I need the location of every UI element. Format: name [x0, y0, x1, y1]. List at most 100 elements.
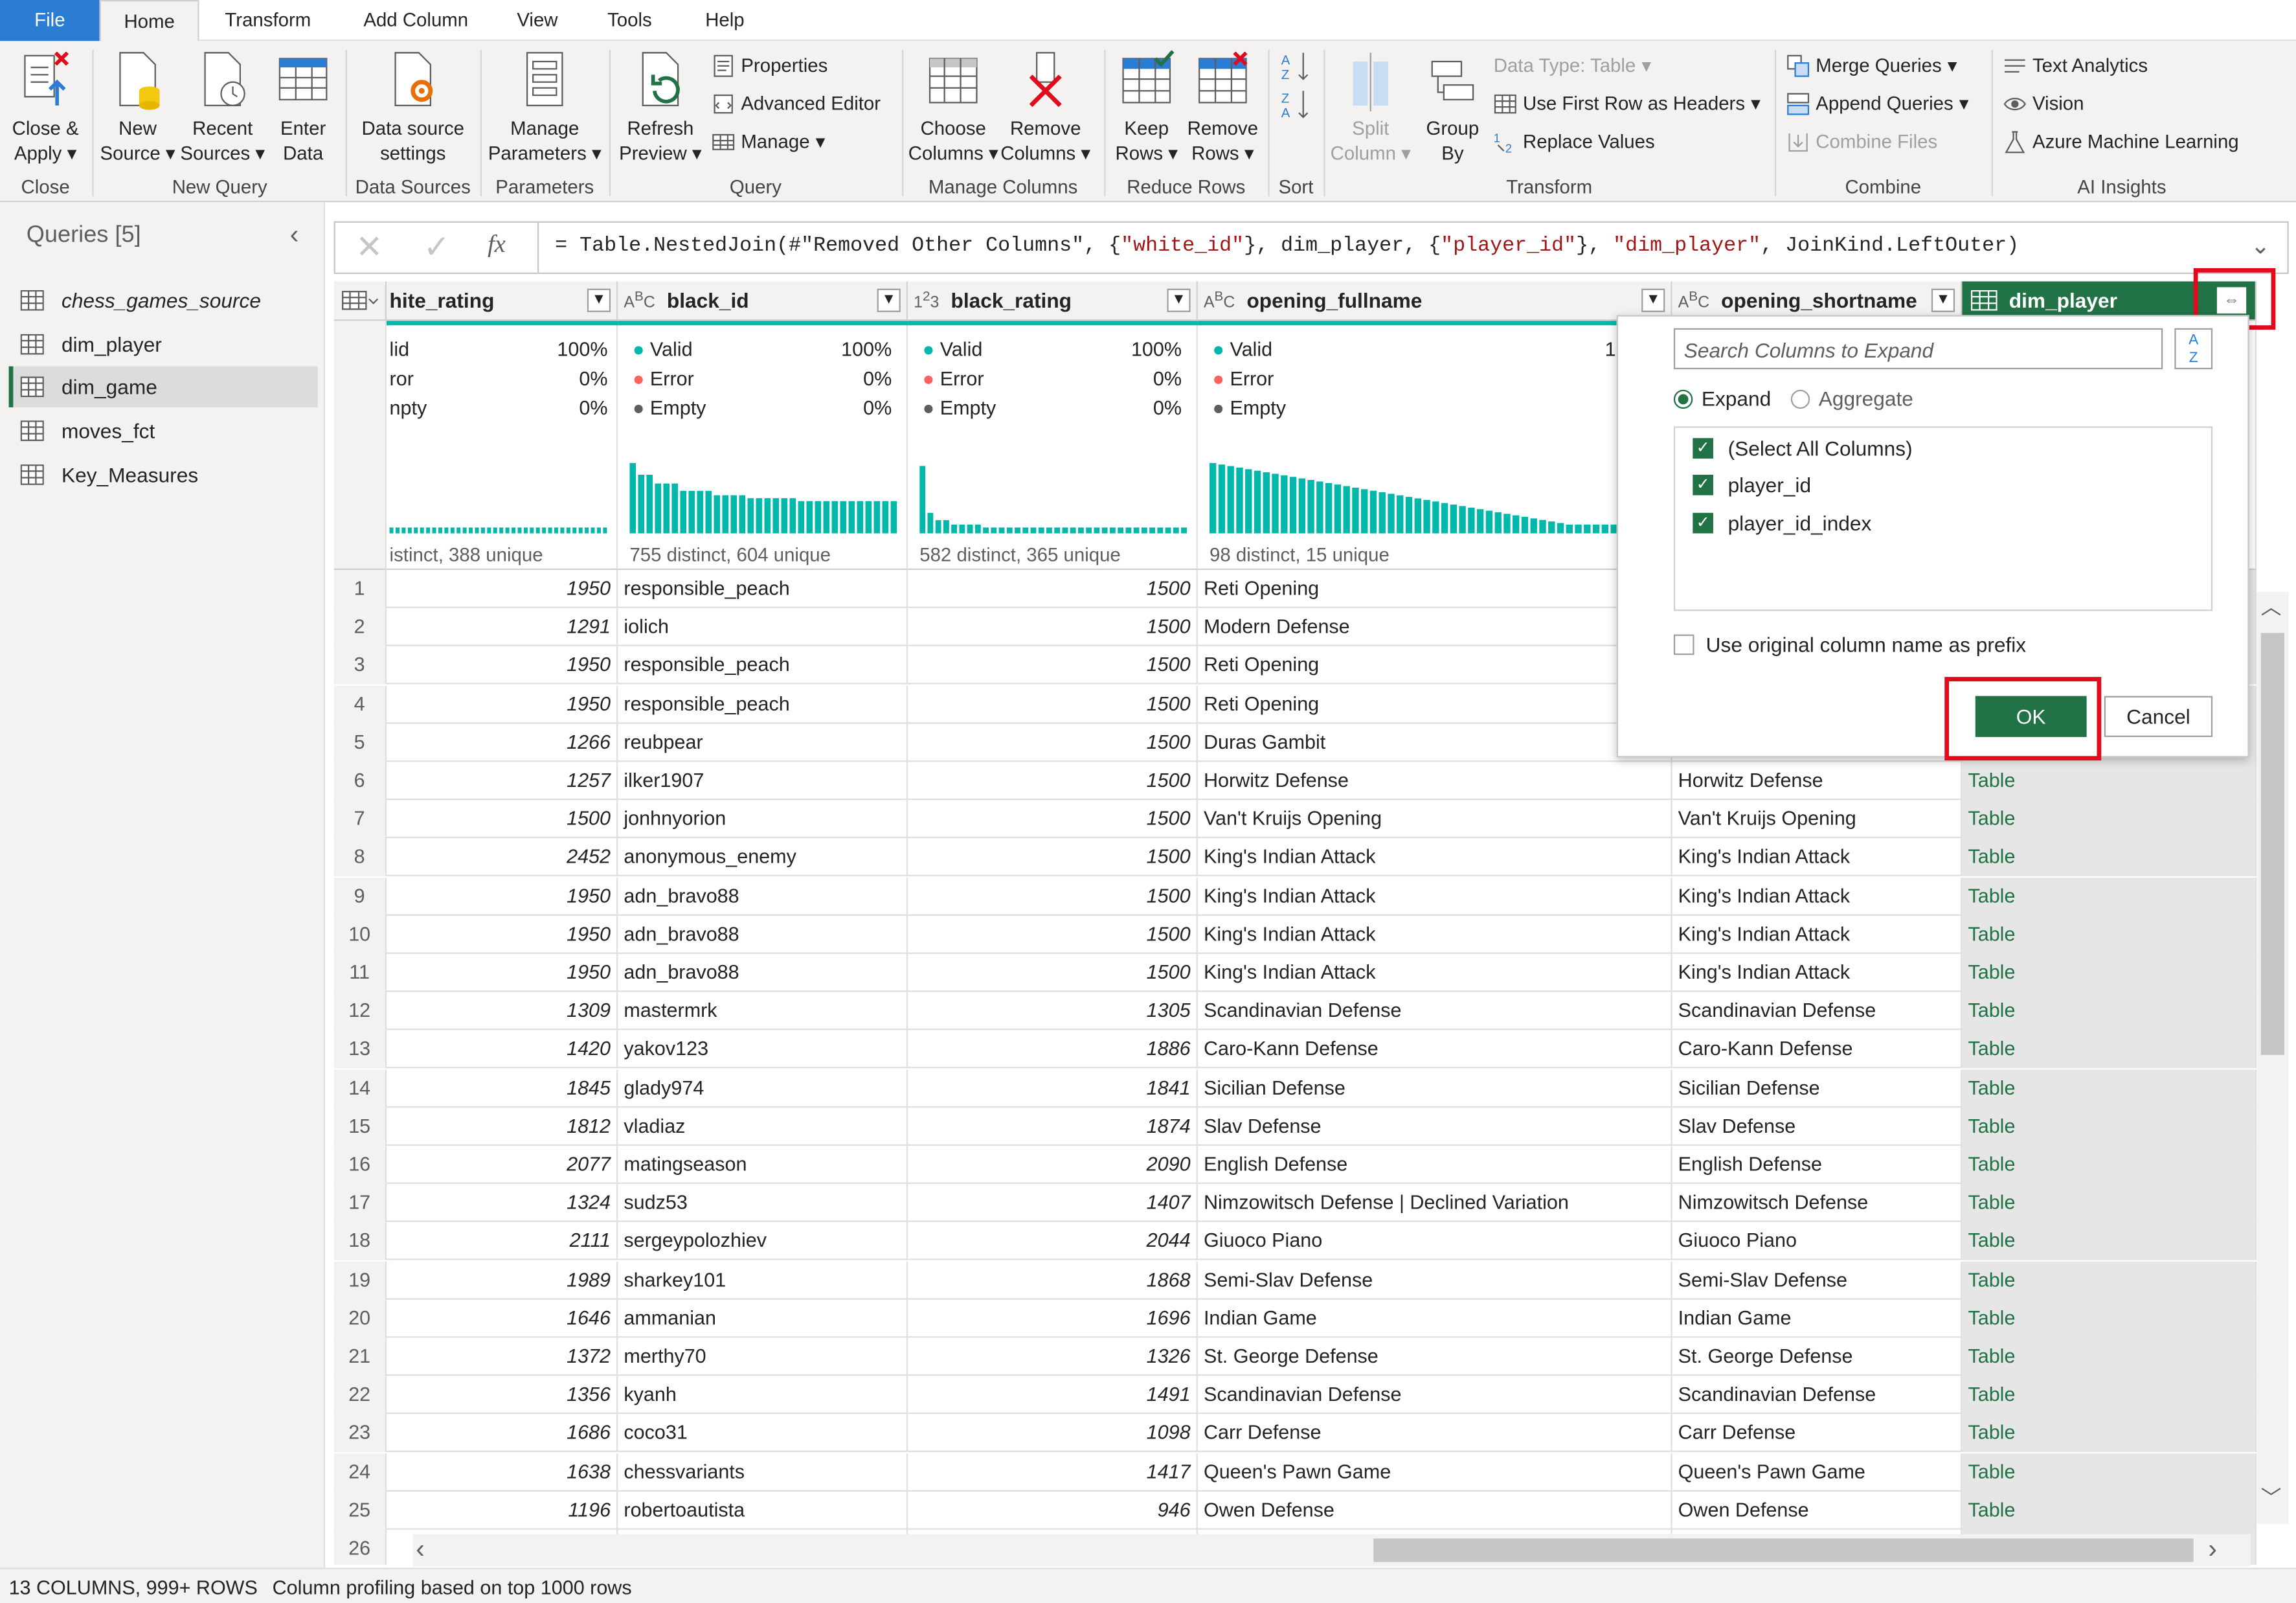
white-rating-cell[interactable]: 1257 — [387, 762, 618, 801]
black-id-cell[interactable]: yakov123 — [618, 1030, 908, 1069]
advanced-editor-button[interactable]: Advanced Editor — [712, 91, 881, 117]
use-first-row-button[interactable]: Use First Row as Headers ▾ — [1494, 91, 1761, 117]
enter-data-button[interactable]: Enter Data — [267, 47, 340, 165]
opening-fullname-cell[interactable]: King's Indian Attack — [1198, 915, 1672, 954]
dim-player-cell[interactable]: Table — [1962, 1337, 2257, 1376]
row-number[interactable]: 1 — [333, 570, 387, 608]
white-rating-cell[interactable]: 1500 — [387, 800, 618, 839]
black-id-cell[interactable]: kyanh — [618, 1376, 908, 1415]
black-id-cell[interactable]: glady974 — [618, 1069, 908, 1108]
dim-player-cell[interactable]: Table — [1962, 1299, 2257, 1338]
white-rating-cell[interactable]: 2452 — [387, 838, 618, 877]
black-rating-cell[interactable]: 1305 — [908, 992, 1198, 1030]
confirm-formula-icon[interactable]: ✓ — [423, 229, 451, 267]
black-id-cell[interactable]: reubpear — [618, 723, 908, 762]
black-rating-cell[interactable]: 1098 — [908, 1415, 1198, 1453]
formula-input[interactable]: = Table.NestedJoin(#"Removed Other Colum… — [555, 234, 2019, 258]
opening-fullname-cell[interactable]: Giuoco Piano — [1198, 1222, 1672, 1261]
opening-shortname-cell[interactable]: Van't Kruijs Opening — [1672, 800, 1963, 839]
opening-fullname-cell[interactable]: St. George Defense — [1198, 1337, 1672, 1376]
opening-fullname-cell[interactable]: Semi-Slav Defense — [1198, 1260, 1672, 1299]
sort-descending-icon[interactable]: ZA — [1280, 88, 1312, 120]
black-rating-cell[interactable]: 1841 — [908, 1069, 1198, 1108]
opening-fullname-cell[interactable]: King's Indian Attack — [1198, 877, 1672, 916]
black-rating-cell[interactable]: 1500 — [908, 762, 1198, 801]
black-id-cell[interactable]: adn_bravo88 — [618, 877, 908, 916]
cancel-formula-icon[interactable]: ✕ — [356, 229, 383, 267]
black-rating-cell[interactable]: 1500 — [908, 915, 1198, 954]
row-number[interactable]: 21 — [333, 1337, 387, 1376]
remove-columns-button[interactable]: Remove Columns ▾ — [998, 47, 1092, 165]
manage-parameters-button[interactable]: Manage Parameters ▾ — [486, 47, 603, 165]
opening-fullname-cell[interactable]: Owen Defense — [1198, 1491, 1672, 1530]
dim-player-cell[interactable]: Table — [1962, 1222, 2257, 1261]
column-header-white-rating[interactable]: hite_rating ▼ — [387, 281, 618, 321]
dim-player-cell[interactable]: Table — [1962, 800, 2257, 839]
black-id-cell[interactable]: jonhnyorion — [618, 800, 908, 839]
properties-button[interactable]: Properties — [712, 52, 827, 79]
opening-shortname-cell[interactable]: Slav Defense — [1672, 1107, 1963, 1146]
column-header-black-id[interactable]: ABC black_id ▼ — [618, 281, 908, 321]
row-number[interactable]: 7 — [333, 800, 387, 839]
search-columns-input[interactable]: Search Columns to Expand — [1673, 328, 2163, 370]
filter-dropdown-icon[interactable]: ▼ — [877, 288, 901, 312]
query-item-dim-player[interactable]: dim_player — [9, 324, 318, 365]
scroll-thumb[interactable] — [2260, 633, 2284, 1055]
black-id-cell[interactable]: mastermrk — [618, 992, 908, 1030]
horizontal-scrollbar[interactable]: ‹ › — [412, 1534, 2251, 1567]
row-number[interactable]: 19 — [333, 1260, 387, 1299]
scroll-left-icon[interactable]: ‹ — [416, 1534, 425, 1565]
opening-fullname-cell[interactable]: King's Indian Attack — [1198, 953, 1672, 992]
black-rating-cell[interactable]: 1500 — [908, 608, 1198, 647]
expand-formula-chevron-icon[interactable]: ⌄ — [2251, 231, 2270, 260]
white-rating-cell[interactable]: 1950 — [387, 646, 618, 685]
dim-player-cell[interactable]: Table — [1962, 1491, 2257, 1530]
split-column-button[interactable]: Split Column ▾ — [1327, 47, 1415, 165]
black-rating-cell[interactable]: 1886 — [908, 1030, 1198, 1069]
black-rating-cell[interactable]: 1417 — [908, 1453, 1198, 1492]
query-item-dim-game[interactable]: dim_game — [8, 366, 318, 407]
dim-player-cell[interactable]: Table — [1962, 1069, 2257, 1108]
vertical-scrollbar[interactable]: ︿ ﹀ — [2256, 591, 2289, 1524]
fx-icon[interactable]: fx — [488, 230, 506, 259]
data-type-dropdown[interactable]: Data Type: Table ▾ — [1494, 52, 1651, 79]
black-id-cell[interactable]: ammanian — [618, 1299, 908, 1338]
text-analytics-button[interactable]: Text Analytics — [2003, 52, 2148, 79]
cancel-button[interactable]: Cancel — [2104, 696, 2213, 737]
row-number[interactable]: 15 — [333, 1107, 387, 1146]
opening-fullname-cell[interactable]: Reti Opening — [1198, 685, 1672, 723]
row-number[interactable]: 5 — [333, 723, 387, 762]
black-id-cell[interactable]: anonymous_enemy — [618, 838, 908, 877]
black-rating-cell[interactable]: 1500 — [908, 953, 1198, 992]
opening-shortname-cell[interactable]: Carr Defense — [1672, 1415, 1963, 1453]
manage-button[interactable]: Manage ▾ — [712, 129, 825, 155]
query-item-moves-fct[interactable]: moves_fct — [9, 410, 318, 451]
opening-shortname-cell[interactable]: King's Indian Attack — [1672, 915, 1963, 954]
white-rating-cell[interactable]: 1646 — [387, 1299, 618, 1338]
white-rating-cell[interactable]: 1291 — [387, 608, 618, 647]
opening-fullname-cell[interactable]: Sicilian Defense — [1198, 1069, 1672, 1108]
black-rating-cell[interactable]: 946 — [908, 1491, 1198, 1530]
black-id-cell[interactable]: robertoautista — [618, 1491, 908, 1530]
opening-fullname-cell[interactable]: Nimzowitsch Defense | Declined Variation — [1198, 1184, 1672, 1223]
row-number[interactable]: 23 — [333, 1415, 387, 1453]
black-id-cell[interactable]: sergeypolozhiev — [618, 1222, 908, 1261]
aggregate-radio[interactable]: Aggregate — [1790, 387, 1913, 410]
black-id-cell[interactable]: adn_bravo88 — [618, 953, 908, 992]
scroll-down-icon[interactable]: ﹀ — [2261, 1483, 2282, 1512]
vision-button[interactable]: Vision — [2003, 91, 2084, 117]
dim-player-cell[interactable]: Table — [1962, 1030, 2257, 1069]
column-header-black-rating[interactable]: 123 black_rating ▼ — [908, 281, 1198, 321]
opening-shortname-cell[interactable]: Scandinavian Defense — [1672, 1376, 1963, 1415]
row-number[interactable]: 12 — [333, 992, 387, 1030]
white-rating-cell[interactable]: 1686 — [387, 1415, 618, 1453]
remove-rows-button[interactable]: Remove Rows ▾ — [1183, 47, 1262, 165]
close-apply-button[interactable]: Close & Apply ▾ — [6, 47, 85, 165]
black-id-cell[interactable]: matingseason — [618, 1146, 908, 1184]
black-rating-cell[interactable]: 1868 — [908, 1260, 1198, 1299]
opening-fullname-cell[interactable]: Carr Defense — [1198, 1415, 1672, 1453]
opening-shortname-cell[interactable]: King's Indian Attack — [1672, 953, 1963, 992]
dim-player-cell[interactable]: Table — [1962, 877, 2257, 916]
query-item-key-measures[interactable]: Key_Measures — [9, 454, 318, 495]
expand-radio[interactable]: Expand — [1673, 387, 1771, 410]
